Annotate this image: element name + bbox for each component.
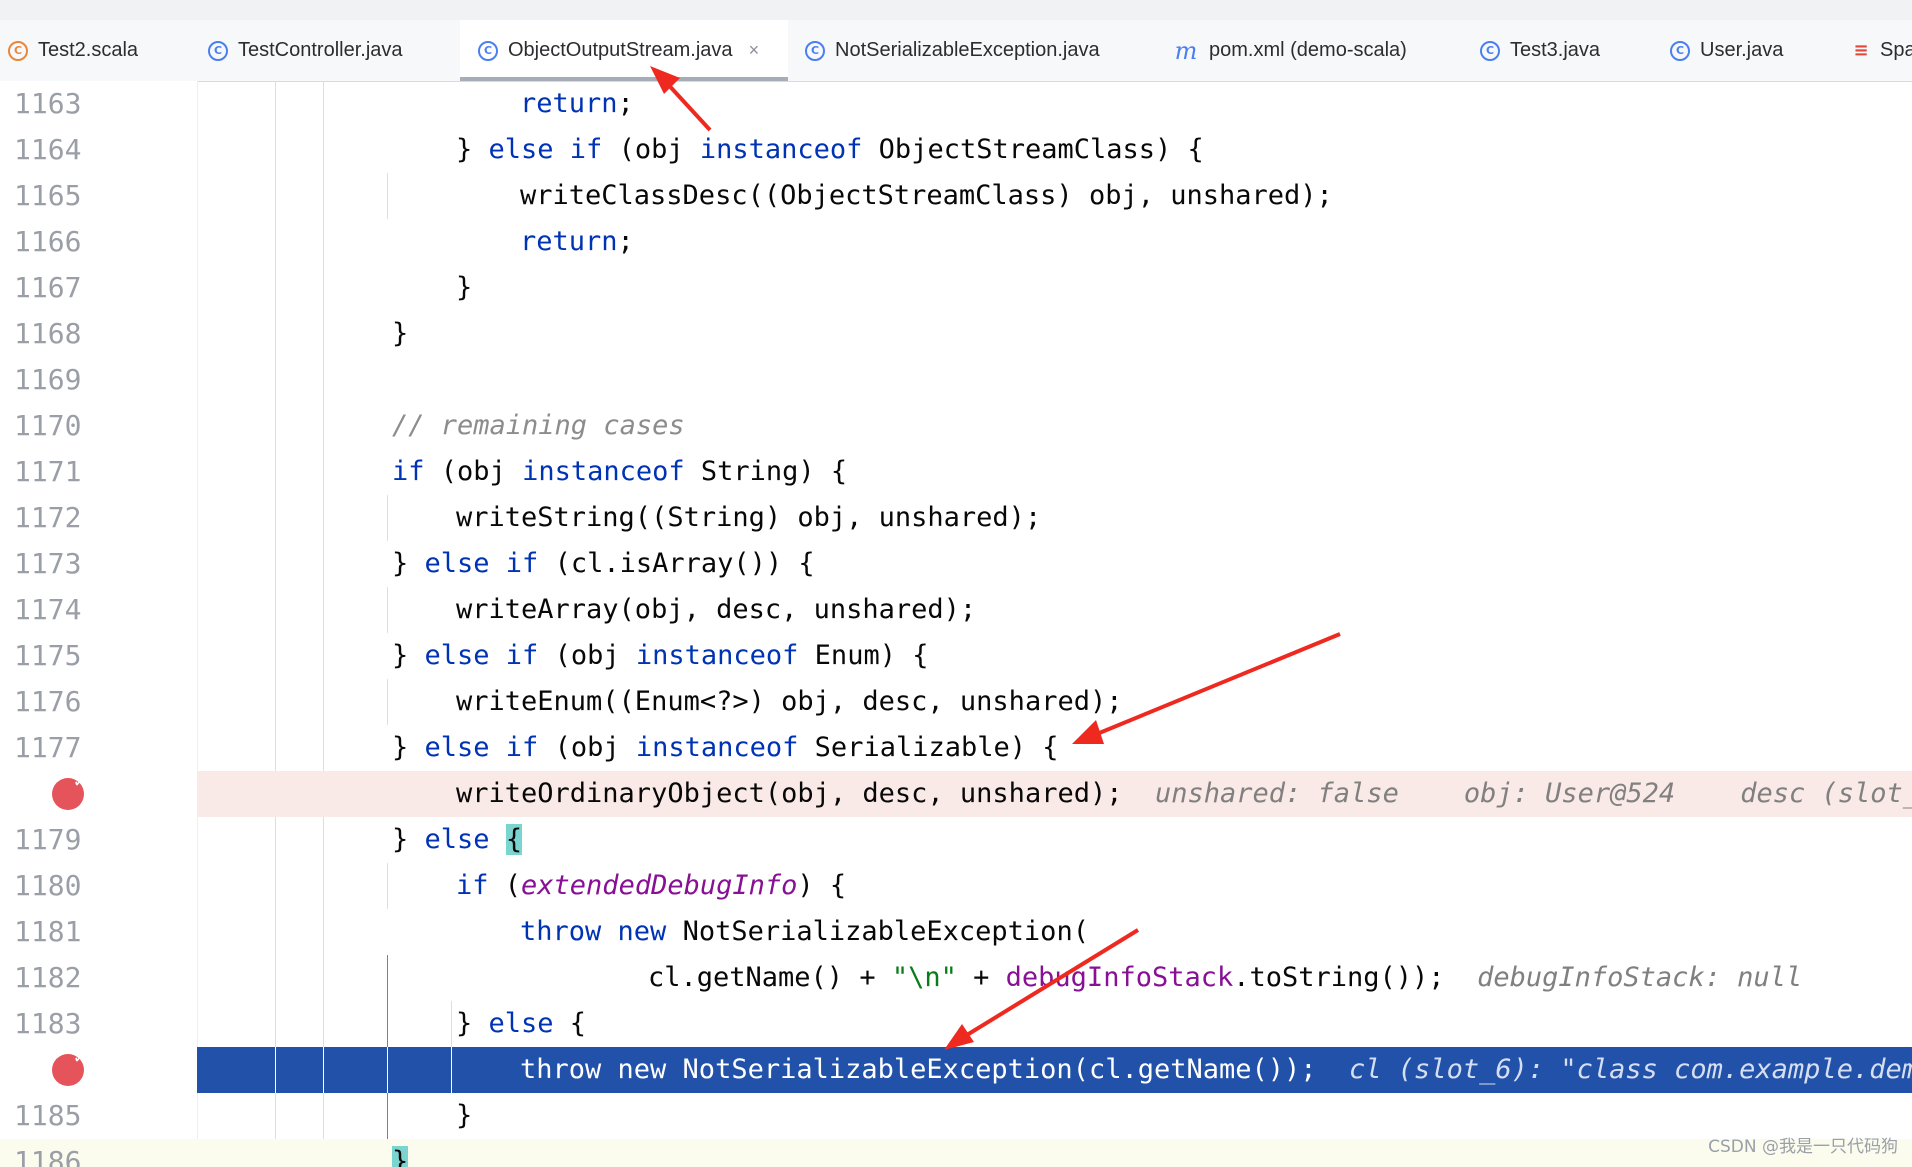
annotation-arrows	[650, 66, 1341, 1050]
annotation-arrow	[944, 928, 1140, 1050]
watermark: CSDN @我是一只代码狗	[1708, 1137, 1898, 1157]
annotation-arrow	[650, 66, 712, 132]
annotation-arrow	[1072, 632, 1341, 744]
